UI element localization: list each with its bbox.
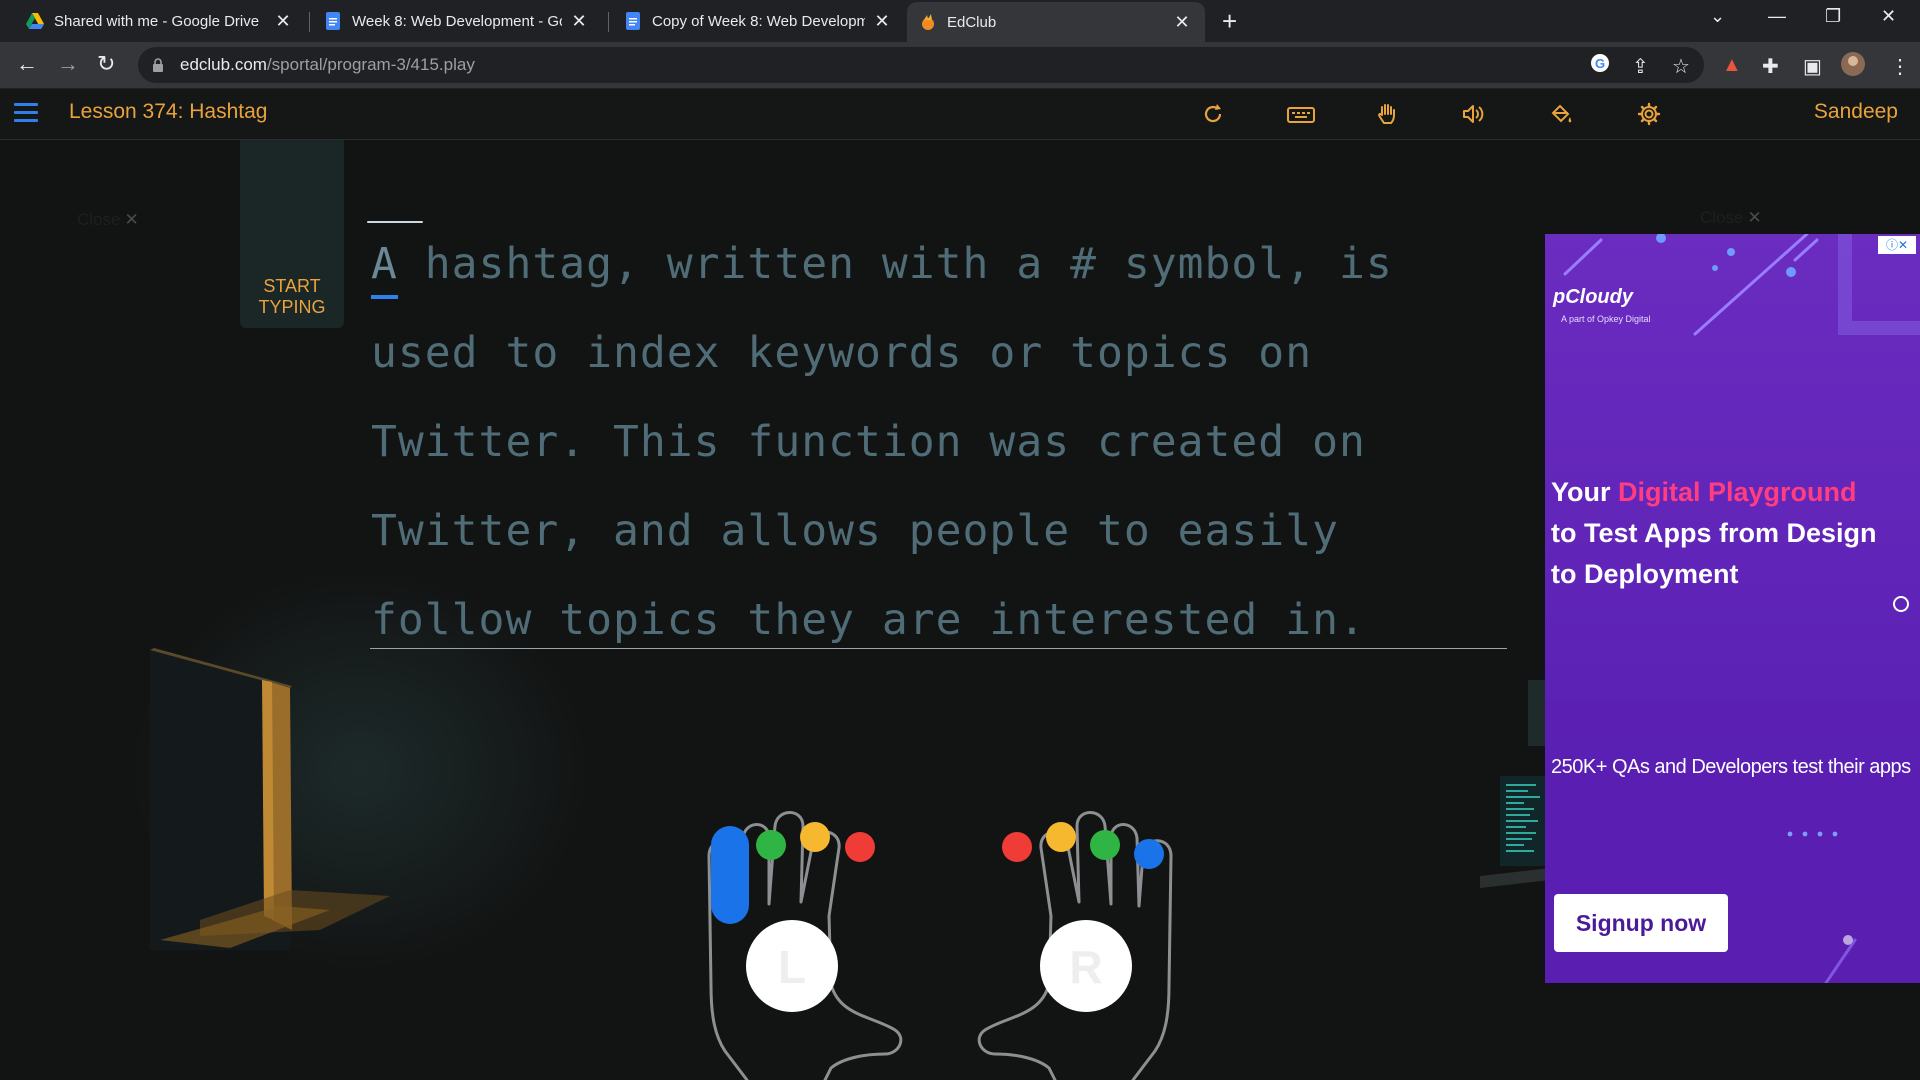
tab-divider [309, 12, 310, 32]
lock-icon [153, 58, 163, 72]
keyboard-icon[interactable] [1286, 101, 1316, 127]
ad-headline: Your Digital Playground to Test Apps fro… [1551, 472, 1877, 595]
close-tab-icon[interactable]: ✕ [1171, 12, 1193, 33]
tab-label: EdClub [947, 13, 997, 31]
typing-line-2: used to index keywords or topics on [371, 328, 1313, 378]
tab-search-icon[interactable]: ⌄ [1710, 6, 1725, 27]
restart-icon[interactable] [1200, 101, 1226, 127]
tab-week8-doc[interactable]: Week 8: Web Development - Goo ✕ [312, 4, 602, 38]
ad-headline-pre: Your [1551, 477, 1618, 507]
extension-icon[interactable]: ▲ [1722, 54, 1742, 77]
svg-text:G: G [1595, 56, 1605, 71]
settings-icon[interactable] [1636, 101, 1662, 127]
lesson-title: Lesson 374: Hashtag [69, 100, 268, 123]
close-icon: ✕ [1747, 208, 1762, 227]
address-bar[interactable]: edclub.com/sportal/program-3/415.play [138, 47, 1704, 83]
browser-toolbar: ← → ↻ edclub.com/sportal/program-3/415.p… [0, 42, 1920, 89]
side-panel-icon[interactable]: ▣ [1803, 54, 1822, 79]
google-docs-icon [326, 12, 340, 30]
current-character: A [371, 239, 398, 289]
right-middle-fingertip [1046, 822, 1076, 852]
left-middle-fingertip [800, 822, 830, 852]
left-ring-fingertip [756, 830, 786, 860]
left-index-fingertip [845, 832, 875, 862]
user-name[interactable]: Sandeep [1814, 100, 1898, 124]
extensions-puzzle-icon[interactable]: ✚ [1762, 54, 1779, 79]
ad-headline-line2: to Test Apps from Design [1551, 518, 1877, 548]
close-tab-icon[interactable]: ✕ [568, 11, 590, 32]
tab-divider [608, 12, 609, 32]
close-window-icon[interactable]: ✕ [1881, 6, 1896, 27]
left-hand-label: L [778, 941, 806, 993]
start-label-line2: TYPING [258, 297, 326, 317]
typing-line-3: Twitter. This function was created on [371, 417, 1366, 467]
ad-logo: pCloudy [1553, 286, 1633, 308]
sound-icon[interactable] [1460, 101, 1486, 127]
google-drive-icon [26, 13, 44, 29]
url-text: edclub.com/sportal/program-3/415.play [180, 55, 475, 75]
adchoices-icon[interactable]: ⓘ✕ [1878, 236, 1916, 254]
share-icon[interactable]: ⇪ [1632, 54, 1649, 79]
paint-bucket-icon[interactable] [1548, 101, 1574, 127]
close-label: Close [1700, 208, 1744, 227]
edclub-icon [922, 14, 934, 30]
url-path: /sportal/program-3/415.play [266, 55, 475, 74]
tab-label: Copy of Week 8: Web Developme [652, 12, 865, 30]
tab-label: Week 8: Web Development - Goo [352, 12, 562, 30]
ad-headline-line3: to Deployment [1551, 559, 1739, 589]
reload-icon[interactable]: ↻ [97, 51, 115, 77]
url-host: edclub.com [180, 55, 267, 74]
ad-signup-button[interactable]: Signup now [1554, 894, 1728, 952]
advertisement[interactable]: ⓘ✕ pCloudy A part of Opkey Digital Your … [1545, 234, 1920, 983]
typing-text-underline [370, 648, 1507, 649]
left-pinky-fingertip [711, 826, 749, 924]
restore-icon[interactable]: ❐ [1825, 6, 1841, 27]
close-tab-icon[interactable]: ✕ [871, 11, 893, 32]
start-typing-label: START TYPING [240, 276, 344, 318]
tab-label: Shared with me - Google Drive [54, 12, 260, 30]
bookmark-star-icon[interactable]: ☆ [1672, 54, 1690, 79]
google-docs-icon [626, 12, 640, 30]
left-ad-close-button[interactable]: Close ✕ [77, 210, 139, 230]
hands-guide: L R [707, 811, 1173, 1080]
right-index-fingertip [1002, 832, 1032, 862]
hand-icon[interactable] [1374, 101, 1400, 127]
ad-decoration [1545, 234, 1920, 983]
close-tab-icon[interactable]: ✕ [272, 11, 294, 32]
ad-subtext: 250K+ QAs and Developers test their apps [1551, 756, 1911, 778]
new-tab-icon[interactable]: + [1222, 8, 1237, 34]
tab-copy-week8-doc[interactable]: Copy of Week 8: Web Developme ✕ [612, 4, 905, 38]
profile-avatar[interactable] [1840, 51, 1866, 83]
app-header: Lesson 374: Hashtag Sandeep [0, 89, 1920, 140]
back-icon[interactable]: ← [16, 51, 38, 77]
close-label: Close [77, 210, 121, 229]
tab-edclub[interactable]: EdClub ✕ [907, 2, 1205, 42]
ad-logo-subtitle: A part of Opkey Digital [1561, 314, 1651, 324]
browser-tab-bar: Shared with me - Google Drive ✕ Week 8: … [0, 0, 1920, 42]
right-pinky-fingertip [1134, 839, 1164, 869]
typing-line-1-rest: hashtag, written with a # symbol, is [397, 239, 1393, 289]
typing-text-area[interactable]: A hashtag, written with a # symbol, is u… [371, 220, 1506, 665]
hamburger-menu-icon[interactable] [14, 103, 38, 123]
close-icon: ✕ [124, 210, 139, 229]
ad-headline-highlight: Digital Playground [1618, 477, 1857, 507]
typing-line-4: Twitter, and allows people to easily [371, 506, 1339, 556]
tab-google-drive[interactable]: Shared with me - Google Drive ✕ [14, 4, 306, 38]
right-ad-close-button[interactable]: Close ✕ [1700, 208, 1762, 228]
desk-illustration [1480, 680, 1550, 888]
google-icon[interactable]: G [1590, 53, 1610, 79]
right-hand-label: R [1069, 941, 1102, 993]
start-typing-panel[interactable]: START TYPING [240, 140, 344, 328]
typing-line-5: follow topics they are interested in. [371, 595, 1366, 645]
start-label-line1: START [263, 276, 321, 296]
typing-line-1: A hashtag, written with a # symbol, is [371, 220, 1506, 309]
right-ring-fingertip [1090, 830, 1120, 860]
forward-icon[interactable]: → [57, 51, 79, 77]
minimize-icon[interactable]: — [1768, 6, 1786, 27]
browser-menu-icon[interactable]: ⋮ [1890, 54, 1910, 79]
